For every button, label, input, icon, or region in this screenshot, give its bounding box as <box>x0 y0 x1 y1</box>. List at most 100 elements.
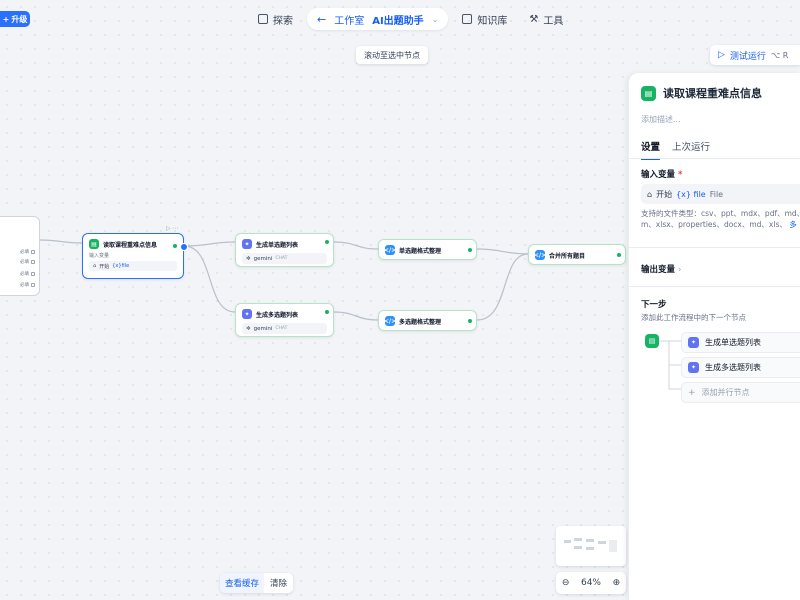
panel-tabs: 设置 上次运行 <box>641 139 710 160</box>
field-type-icon <box>31 272 35 276</box>
book-icon <box>462 14 473 24</box>
help-more-link[interactable]: 多 <box>789 220 797 229</box>
code-icon: </> <box>383 316 397 326</box>
nav-explore[interactable]: 探索 <box>250 8 301 30</box>
llm-icon: ✦ <box>688 362 699 373</box>
arrow-left-icon[interactable]: ← <box>317 13 326 26</box>
app-name[interactable]: AI出题助手 <box>372 12 423 27</box>
zoom-in-icon[interactable]: ⊕ <box>613 578 621 588</box>
minimap[interactable] <box>556 526 626 566</box>
upgrade-label: 升级 <box>11 14 28 24</box>
test-run-button[interactable]: ▷ 测试运行 ⌥ R <box>710 45 800 65</box>
next-node-gen-multi[interactable]: ✦ 生成多选题列表 <box>681 357 800 378</box>
nav-studio[interactable]: ← 工作室 AI出题助手 ⌄ <box>307 8 449 30</box>
add-next-node-handle[interactable] <box>180 243 188 251</box>
start-field-row: 必填 <box>20 282 35 288</box>
output-vars-heading[interactable]: 输出变量 › <box>641 263 681 275</box>
next-step-heading: 下一步 <box>641 300 667 310</box>
node-title: 生成多选题列表 <box>256 311 299 319</box>
home-icon: ⌂ <box>93 263 97 269</box>
gemini-icon: ✲ <box>246 325 251 332</box>
cache-controls: 查看缓存 清除 <box>220 573 294 593</box>
zoom-controls: ⊖ 64% ⊕ <box>556 572 626 594</box>
var-source: 开始 <box>656 189 673 199</box>
status-success-icon <box>324 309 330 315</box>
node-header: ✦ 生成单选题列表 <box>236 234 333 251</box>
input-vars-label: 输入变量 <box>641 170 676 180</box>
node-gen-single[interactable]: ✦ 生成单选题列表 ✲ gemini CHAT <box>235 233 334 267</box>
chevron-right-icon: › <box>677 265 682 275</box>
start-node[interactable]: 必填 必填 必填 必填 <box>0 216 40 296</box>
node-input-var: ⌂ 开始 {x}file <box>89 261 177 271</box>
tab-last-run[interactable]: 上次运行 <box>672 139 710 160</box>
add-parallel-label: 添加并行节点 <box>701 388 750 397</box>
status-success-icon <box>324 239 330 245</box>
output-vars-label: 输出变量 <box>641 265 676 275</box>
add-parallel-node-button[interactable]: + 添加并行节点 <box>681 382 800 403</box>
nav-knowledge[interactable]: 知识库 <box>454 8 515 30</box>
next-step-description: 添加此工作流程中的下一个节点 <box>641 313 746 322</box>
gemini-icon: ✲ <box>246 255 251 262</box>
llm-icon: ✦ <box>688 337 699 348</box>
nav-studio-label[interactable]: 工作室 <box>334 12 364 27</box>
model-name: gemini <box>253 255 273 262</box>
node-settings-panel: ▤ 读取课程重难点信息 添加描述... 设置 上次运行 输入变量 * ⌂ 开始 … <box>628 73 800 600</box>
node-fmt-single[interactable]: </> 单选题格式整理 <box>378 239 477 260</box>
node-fmt-multi[interactable]: </> 多选题格式整理 <box>378 310 477 331</box>
description-input[interactable]: 添加描述... <box>641 114 681 125</box>
scroll-to-selected-button[interactable]: 滚动至选中节点 <box>356 46 428 64</box>
supported-types-help: 支持的文件类型：csv、ppt、mdx、pdf、md、htm、xlsx、prop… <box>641 208 800 230</box>
next-node-gen-single[interactable]: ✦ 生成单选题列表 <box>681 332 800 353</box>
zoom-out-icon[interactable]: ⊖ <box>562 578 570 588</box>
branch-lines <box>659 340 681 390</box>
clear-cache-button[interactable]: 清除 <box>264 577 293 589</box>
node-read-course-info[interactable]: ▤ 读取课程重难点信息 输入变量 ⌂ 开始 {x}file <box>82 233 188 279</box>
help-text: 支持的文件类型：csv、ppt、mdx、pdf、md、htm、xlsx、prop… <box>641 209 800 229</box>
model-tag: CHAT <box>275 326 288 331</box>
home-icon: ⌂ <box>647 189 653 199</box>
nav-tools[interactable]: ⚒ 工具 <box>521 8 571 30</box>
model-name: gemini <box>253 325 273 332</box>
field-type-icon <box>31 250 35 254</box>
start-field-row: 必填 <box>20 271 35 277</box>
tab-settings[interactable]: 设置 <box>641 139 661 160</box>
zoom-level[interactable]: 64% <box>581 578 601 588</box>
plus-icon: + <box>688 387 696 398</box>
plus-icon: + <box>2 14 10 24</box>
node-title: 单选题格式整理 <box>399 247 442 255</box>
input-vars-heading: 输入变量 * <box>641 168 682 180</box>
start-field-label: 必填 <box>20 260 29 265</box>
play-icon: ▷ <box>718 50 725 60</box>
node-gen-multi[interactable]: ✦ 生成多选题列表 ✲ gemini CHAT <box>235 303 334 337</box>
var-name: {x}file <box>112 263 130 269</box>
node-header: </> 单选题格式整理 <box>379 240 476 257</box>
divider <box>629 158 800 159</box>
minimap-preview <box>564 538 617 552</box>
explore-icon <box>258 14 268 24</box>
llm-icon: ✦ <box>242 309 252 319</box>
nav-tools-label: 工具 <box>543 15 564 27</box>
node-title: 多选题格式整理 <box>399 318 442 326</box>
node-toolbar-icons[interactable]: ▷ ⋯ <box>166 225 179 232</box>
current-node-icon: ▤ <box>645 334 659 348</box>
node-header: ▤ 读取课程重难点信息 <box>83 234 183 251</box>
llm-icon: ✦ <box>242 239 252 249</box>
panel-header: ▤ 读取课程重难点信息 <box>641 85 762 101</box>
input-var-selector[interactable]: ⌂ 开始 {x} file File <box>641 184 800 204</box>
node-merge[interactable]: </> 合并所有题目 <box>528 244 626 265</box>
status-success-icon <box>172 243 178 249</box>
required-mark: * <box>677 170 683 180</box>
status-success-icon <box>467 318 473 324</box>
view-cache-button[interactable]: 查看缓存 <box>220 573 265 593</box>
node-title: 合并所有题目 <box>549 252 586 260</box>
start-field-label: 必填 <box>20 272 29 277</box>
panel-title[interactable]: 读取课程重难点信息 <box>663 85 762 101</box>
field-type-icon <box>31 283 35 287</box>
chevron-down-icon[interactable]: ⌄ <box>432 15 439 24</box>
status-success-icon <box>616 252 622 258</box>
document-icon: ▤ <box>89 239 99 249</box>
upgrade-button[interactable]: + 升级 <box>0 11 30 27</box>
node-header: </> 合并所有题目 <box>529 245 625 262</box>
hammer-icon: ⚒ <box>529 13 539 25</box>
document-icon: ▤ <box>641 85 656 101</box>
